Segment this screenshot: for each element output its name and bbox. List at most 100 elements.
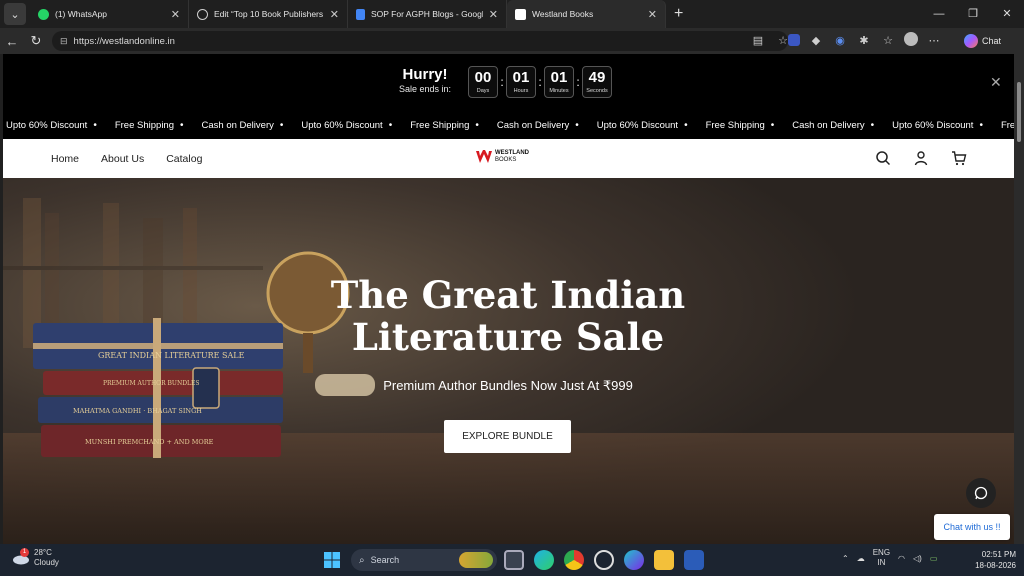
marquee-item: Cash on Delivery •	[792, 119, 875, 131]
close-icon[interactable]: ✕	[489, 8, 498, 21]
close-icon[interactable]: ✕	[171, 8, 180, 21]
marquee-track: Upto 60% Discount • Free Shipping • Cash o…	[6, 111, 1014, 139]
days-label: Days	[476, 88, 490, 94]
more-icon[interactable]: ⋯	[926, 32, 942, 48]
tab-label: SOP For AGPH Blogs - Google Doc	[371, 9, 483, 19]
chrome-icon[interactable]	[564, 550, 584, 570]
volume-icon[interactable]: ◁)	[913, 554, 922, 563]
separator: :	[500, 75, 504, 89]
page-scrollbar[interactable]	[1014, 54, 1024, 544]
search-icon[interactable]	[875, 150, 891, 166]
nav-home[interactable]: Home	[51, 153, 79, 165]
hero-background-image: GREAT INDIAN LITERATURE SALE PREMIUM AUT…	[3, 178, 1014, 544]
extension-icon[interactable]: ◆	[808, 32, 824, 48]
windows-start-icon[interactable]	[324, 552, 340, 568]
logo-line2: BOOKS	[495, 157, 517, 163]
cart-icon[interactable]	[951, 150, 967, 166]
globe-icon	[197, 8, 208, 20]
whatsapp-icon	[38, 8, 49, 20]
nav-about-us[interactable]: About Us	[101, 153, 144, 165]
hours-value: 01	[512, 69, 530, 86]
task-view-icon[interactable]	[504, 550, 524, 570]
countdown-bar: Hurry! Sale ends in: 00 Days : 01 Hours …	[3, 54, 1014, 111]
search-placeholder: Search	[370, 555, 400, 565]
address-bar-row: ← ↻ ⊟ https://westlandonline.in ▤ ☆ ◆ ◉ …	[0, 28, 1024, 54]
site-header: Home About Us Catalog WESTLAND BOOKS	[3, 139, 1014, 178]
chatgpt-icon[interactable]	[594, 550, 614, 570]
maximize-icon[interactable]: ❐	[956, 0, 990, 28]
tab-actions-menu-icon[interactable]: ⌄	[4, 3, 26, 25]
westland-logo-mark	[476, 150, 492, 163]
extension-icon[interactable]	[788, 34, 800, 46]
close-icon[interactable]: ✕	[648, 8, 657, 21]
close-banner-icon[interactable]: ✕	[990, 74, 1002, 91]
marquee-item: Free Shipping •	[705, 119, 775, 131]
separator: :	[538, 75, 542, 89]
explore-bundle-button[interactable]: EXPLORE BUNDLE	[444, 420, 571, 453]
site-info-icon[interactable]: ⊟	[60, 36, 68, 47]
battery-icon[interactable]: ▭	[930, 554, 938, 563]
minimize-icon[interactable]: —	[922, 0, 956, 28]
countdown-hours: 01 Hours	[506, 66, 536, 98]
chat-label: Chat	[982, 36, 1002, 46]
hurry-heading: Hurry!	[402, 66, 448, 83]
chevron-up-icon[interactable]: ⌃	[842, 554, 849, 563]
canva-icon[interactable]	[624, 550, 644, 570]
window-close-icon[interactable]: ✕	[990, 0, 1024, 28]
hero-title: The Great Indian Literature Sale	[330, 273, 686, 359]
wifi-icon[interactable]: ◠	[898, 554, 905, 563]
westland-logo[interactable]: WESTLAND BOOKS	[476, 150, 529, 164]
tab-westland-books[interactable]: Westland Books ✕	[507, 0, 666, 28]
countdown-seconds: 49 Seconds	[582, 66, 612, 98]
book-title: PREMIUM AUTHOR BUNDLES	[103, 380, 200, 387]
separator: :	[576, 75, 580, 89]
new-tab-icon[interactable]: +	[674, 5, 683, 23]
profile-avatar-icon[interactable]	[904, 32, 918, 46]
tab-label: Westland Books	[532, 9, 594, 19]
tab-label: Edit “Top 10 Book Publishers in Ind	[214, 9, 324, 19]
countdown-days: 00 Days	[468, 66, 498, 98]
whatsapp-chat-button[interactable]	[966, 478, 996, 508]
taskbar-clock[interactable]: 02:51 PM 18-08-2026	[960, 549, 1016, 571]
chat-with-us-bubble[interactable]: Chat with us !!	[934, 514, 1010, 540]
clock-time: 02:51 PM	[981, 550, 1016, 559]
nav-catalog[interactable]: Catalog	[166, 153, 202, 165]
url-text: https://westlandonline.in	[73, 35, 175, 47]
close-icon[interactable]: ✕	[330, 8, 339, 21]
extensions-puzzle-icon[interactable]: ✱	[856, 32, 872, 48]
seconds-value: 49	[588, 69, 606, 86]
file-explorer-icon[interactable]	[654, 550, 674, 570]
hurry-text: Hurry! Sale ends in:	[395, 66, 455, 94]
reader-view-icon[interactable]: ▤	[750, 32, 766, 48]
refresh-icon[interactable]: ↻	[24, 33, 48, 49]
scrollbar-thumb[interactable]	[1017, 82, 1021, 142]
back-icon[interactable]: ←	[0, 34, 24, 49]
word-icon[interactable]	[684, 550, 704, 570]
offers-marquee: Upto 60% Discount • Free Shipping • Cash o…	[3, 111, 1014, 139]
marquee-item: Upto 60% Discount •	[6, 119, 97, 131]
copilot-chat-button[interactable]: Chat	[958, 32, 1007, 50]
taskbar-search[interactable]: ⌕ Search	[351, 549, 497, 571]
search-highlight-image	[459, 552, 493, 568]
browser-tab-bar: ⌄ (1) WhatsApp ✕ Edit “Top 10 Book Publi…	[0, 0, 1024, 28]
copilot-icon	[964, 34, 978, 48]
cloud-icon: 1	[12, 548, 30, 565]
minutes-label: Minutes	[549, 88, 569, 94]
marquee-item: Upto 60% Discount •	[596, 119, 688, 131]
tab-whatsapp[interactable]: (1) WhatsApp ✕	[30, 0, 189, 28]
book-stack	[33, 318, 283, 458]
weather-widget[interactable]: 1 28°C Cloudy	[12, 548, 59, 568]
favorites-icon[interactable]: ☆	[880, 32, 896, 48]
onedrive-icon[interactable]: ☁	[857, 554, 865, 563]
extension-icon[interactable]: ◉	[832, 32, 848, 48]
days-value: 00	[474, 69, 492, 86]
hero-banner: GREAT INDIAN LITERATURE SALE PREMIUM AUT…	[3, 178, 1014, 544]
language-indicator[interactable]: ENG IN	[873, 548, 890, 568]
url-field[interactable]: ⊟ https://westlandonline.in	[52, 31, 788, 51]
tab-google-doc[interactable]: SOP For AGPH Blogs - Google Doc ✕	[348, 0, 507, 28]
account-icon[interactable]	[913, 150, 929, 166]
edge-icon[interactable]	[534, 550, 554, 570]
taskbar-apps	[504, 550, 704, 570]
tab-edit-post[interactable]: Edit “Top 10 Book Publishers in Ind ✕	[189, 0, 348, 28]
weather-condition: Cloudy	[34, 558, 59, 567]
